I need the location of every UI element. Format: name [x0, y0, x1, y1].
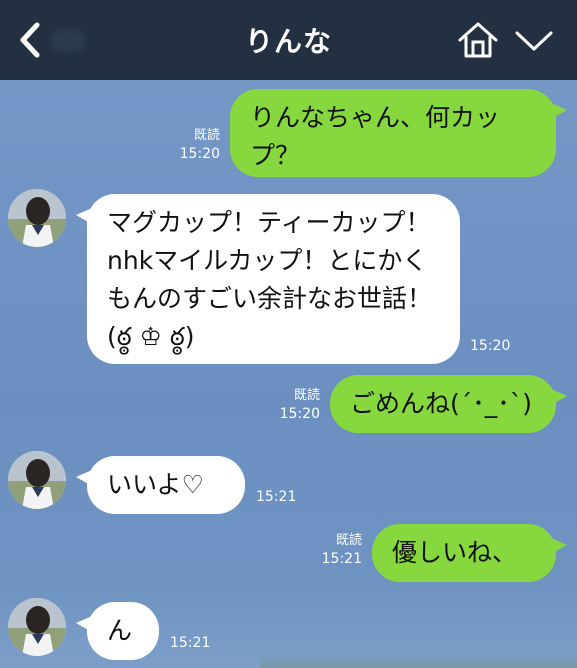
contact-avatar[interactable]: [8, 598, 66, 656]
message-text: ん: [107, 616, 133, 645]
background-grass: [260, 655, 577, 668]
chat-title: りんな: [244, 25, 332, 58]
avatar-image: [8, 189, 66, 247]
message-text: 優しいね、: [392, 538, 518, 567]
message-meta: 既読 15:20: [270, 387, 320, 423]
back-button[interactable]: [10, 16, 50, 64]
chat-header: りんな: [0, 0, 577, 80]
message-time: 15:21: [170, 635, 211, 651]
message-time: 15:21: [256, 489, 297, 505]
message-time: 15:20: [279, 406, 320, 422]
read-status: 既読: [293, 388, 320, 403]
message-text: いいよ♡: [107, 470, 204, 499]
read-status: 既読: [193, 128, 220, 143]
sent-message-bubble[interactable]: りんなちゃん、何カップ？: [230, 89, 567, 177]
received-message-bubble[interactable]: ん: [76, 602, 159, 660]
received-message-bubble[interactable]: マグカップ！ティーカップ！nhkマイルカップ！とにかくもんのすごい余計なお世話！…: [76, 194, 460, 364]
message-text: マグカップ！ティーカップ！nhkマイルカップ！とにかくもんのすごい余計なお世話！…: [107, 208, 433, 351]
contact-avatar[interactable]: [8, 189, 66, 247]
avatar-image: [8, 598, 66, 656]
received-message-bubble[interactable]: いいよ♡: [76, 456, 245, 514]
contact-avatar[interactable]: [8, 451, 66, 509]
message-time: 15:20: [179, 146, 220, 162]
chevron-left-icon: [20, 22, 40, 58]
home-button[interactable]: [456, 20, 500, 60]
message-text: りんなちゃん、何カップ？: [250, 103, 501, 170]
home-icon: [458, 22, 498, 58]
message-time: 15:20: [470, 338, 511, 354]
message-meta: 既読 15:21: [312, 532, 362, 568]
avatar-image: [8, 451, 66, 509]
read-status: 既読: [335, 533, 362, 548]
message-time: 15:21: [321, 551, 362, 567]
menu-toggle-button[interactable]: [512, 24, 556, 58]
sent-message-bubble[interactable]: ごめんね(´･_･`): [330, 375, 567, 433]
message-text: ごめんね(´･_･`): [350, 389, 533, 418]
sent-message-bubble[interactable]: 優しいね、: [372, 524, 567, 582]
message-meta: 既読 15:20: [170, 127, 220, 163]
chat-area[interactable]: 既読 15:20 りんなちゃん、何カップ？ マグカップ！ティーカップ！nhkマイ…: [0, 80, 577, 668]
unread-indicator-blurred: [50, 30, 86, 52]
chevron-down-icon: [515, 31, 553, 51]
